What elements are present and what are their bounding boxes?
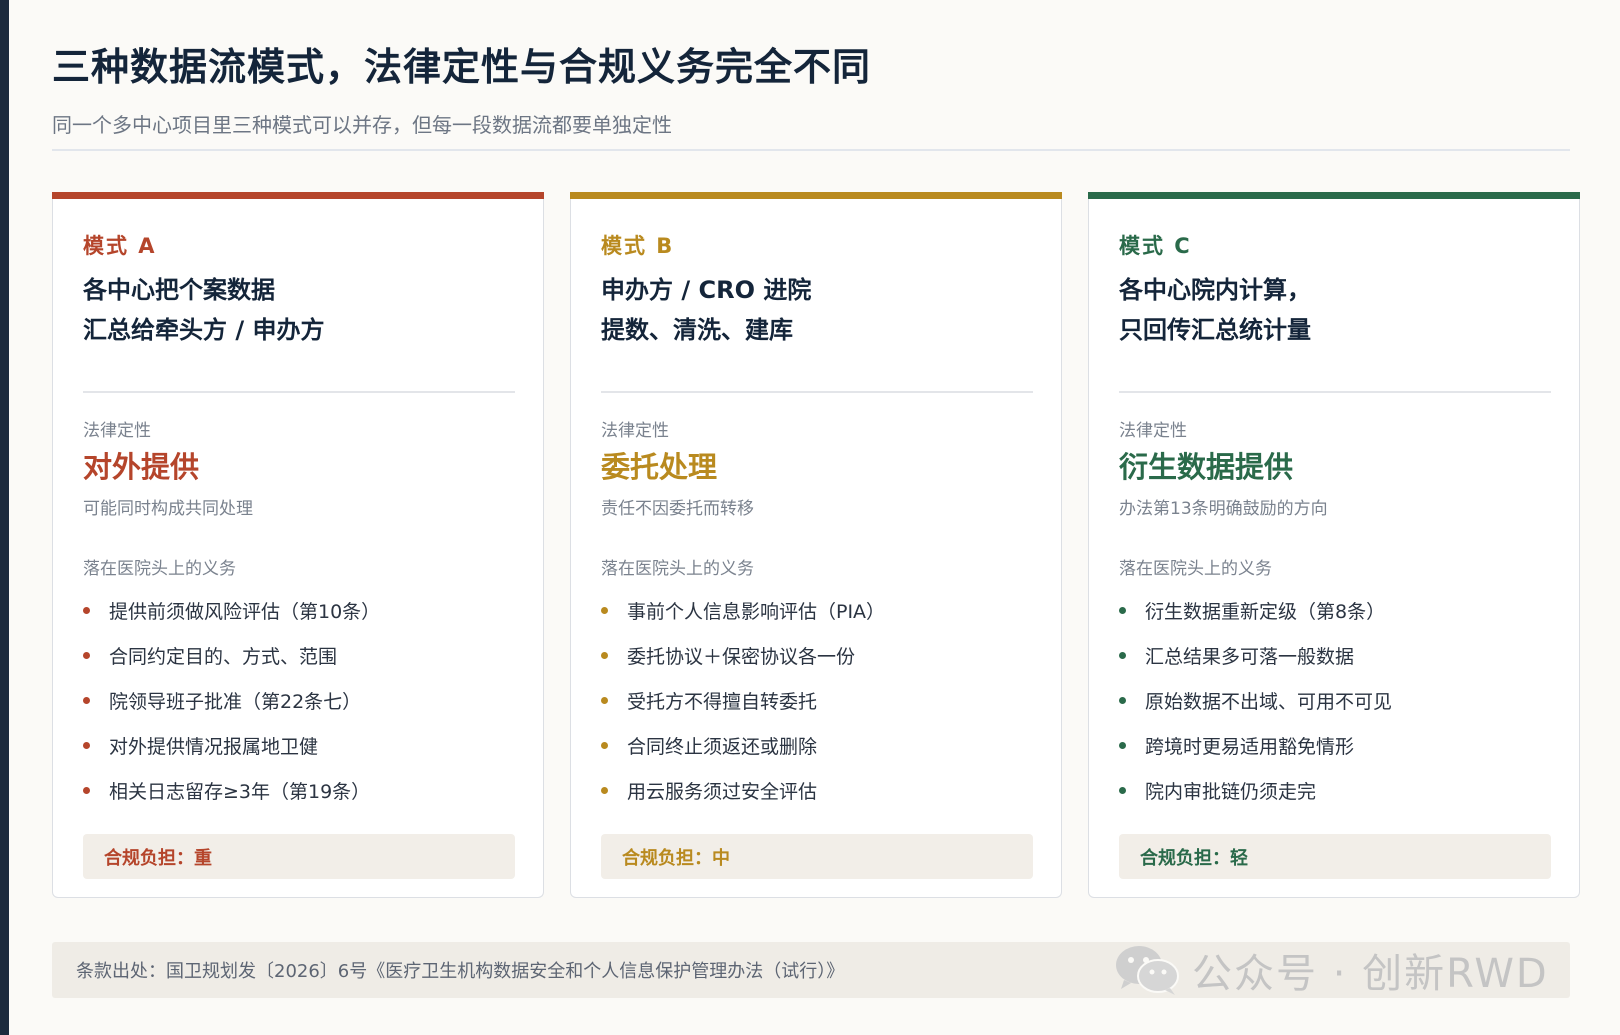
duty-item: 相关日志留存≥3年（第19条） [83,768,380,813]
card-divider [83,391,515,393]
bullet-icon [601,697,608,704]
compliance-burden-badge: 合规负担：重 [83,834,515,879]
legal-value: 衍生数据提供 [1119,450,1294,484]
duty-text: 衍生数据重新定级（第8条） [1145,601,1386,623]
duty-item: 受托方不得擅自转委托 [601,678,885,723]
duty-item: 跨境时更易适用豁免情形 [1119,723,1392,768]
duty-text: 跨境时更易适用豁免情形 [1145,736,1355,758]
page-subtitle: 同一个多中心项目里三种模式可以并存，但每一段数据流都要单独定性 [52,113,672,137]
compliance-burden-badge: 合规负担：轻 [1119,834,1551,879]
wechat-icon [1116,946,1179,995]
headline-line: 各中心院内计算， [1119,276,1311,304]
duty-text: 事前个人信息影响评估（PIA） [627,601,886,623]
mode-label: 模式 A [83,234,157,258]
duty-item: 用云服务须过安全评估 [601,768,885,813]
duty-item: 委托协议＋保密协议各一份 [601,633,885,678]
page-header: 三种数据流模式，法律定性与合规义务完全不同 同一个多中心项目里三种模式可以并存，… [52,36,1570,138]
mode-card-c: 模式 C 各中心院内计算， 只回传汇总统计量 法律定性 衍生数据提供 办法第13… [1088,192,1580,898]
mode-card-b: 模式 B 申办方 / CRO 进院 提数、清洗、建库 法律定性 委托处理 责任不… [570,192,1062,898]
page-title: 三种数据流模式，法律定性与合规义务完全不同 [52,45,872,89]
watermark-text: 公众号 · 创新RWD [1192,951,1549,997]
duty-text: 合同约定目的、方式、范围 [109,646,338,668]
bullet-icon [601,742,608,749]
duties-caption: 落在医院头上的义务 [601,559,754,579]
duty-item: 院内审批链仍须走完 [1119,768,1392,813]
bullet-icon [83,787,90,794]
bullet-icon [1119,607,1126,614]
duty-item: 提供前须做风险评估（第10条） [83,588,380,633]
legal-caption: 法律定性 [83,421,151,441]
mode-headline: 申办方 / CRO 进院 提数、清洗、建库 [601,270,811,350]
legal-caption: 法律定性 [1119,421,1187,441]
bullet-icon [83,607,90,614]
mode-card-a: 模式 A 各中心把个案数据 汇总给牵头方 / 申办方 法律定性 对外提供 可能同… [52,192,544,898]
card-divider [601,391,1033,393]
duty-text: 用云服务须过安全评估 [627,781,818,803]
duty-item: 院领导班子批准（第22条七） [83,678,380,723]
headline-line: 申办方 / CRO 进院 [601,276,812,304]
duties-caption: 落在医院头上的义务 [1119,559,1272,579]
bullet-icon [83,652,90,659]
duty-item: 合同终止须返还或删除 [601,723,885,768]
bullet-icon [83,697,90,704]
bullet-icon [1119,652,1126,659]
mode-cards: 模式 A 各中心把个案数据 汇总给牵头方 / 申办方 法律定性 对外提供 可能同… [52,192,1620,898]
legal-note: 可能同时构成共同处理 [83,499,253,519]
headline-line: 各中心把个案数据 [83,276,275,304]
duty-item: 事前个人信息影响评估（PIA） [601,588,885,633]
headline-line: 提数、清洗、建库 [601,316,793,344]
duties-list: 衍生数据重新定级（第8条） 汇总结果多可落一般数据 原始数据不出域、可用不可见 … [1119,588,1392,813]
duty-item: 对外提供情况报属地卫健 [83,723,380,768]
duty-text: 对外提供情况报属地卫健 [109,736,319,758]
header-divider [52,149,1570,151]
duties-caption: 落在医院头上的义务 [83,559,236,579]
mode-headline: 各中心把个案数据 汇总给牵头方 / 申办方 [83,270,324,350]
legal-value: 委托处理 [601,450,718,484]
bullet-icon [601,607,608,614]
duties-list: 提供前须做风险评估（第10条） 合同约定目的、方式、范围 院领导班子批准（第22… [83,588,380,813]
left-accent-bar [0,0,9,1035]
duty-text: 受托方不得擅自转委托 [627,691,818,713]
headline-line: 只回传汇总统计量 [1119,316,1311,344]
bullet-icon [601,652,608,659]
duty-text: 汇总结果多可落一般数据 [1145,646,1355,668]
headline-line: 汇总给牵头方 / 申办方 [83,316,325,344]
bullet-icon [1119,697,1126,704]
duty-text: 原始数据不出域、可用不可见 [1145,691,1393,713]
legal-note: 办法第13条明确鼓励的方向 [1119,499,1328,519]
compliance-burden-badge: 合规负担：中 [601,834,1033,879]
bullet-icon [1119,742,1126,749]
source-citation: 条款出处：国卫规划发〔2026〕6号《医疗卫生机构数据安全和个人信息保护管理办法… [76,961,845,982]
mode-label: 模式 C [1119,234,1192,258]
duties-list: 事前个人信息影响评估（PIA） 委托协议＋保密协议各一份 受托方不得擅自转委托 … [601,588,885,813]
mode-headline: 各中心院内计算， 只回传汇总统计量 [1119,270,1311,350]
duty-item: 合同约定目的、方式、范围 [83,633,380,678]
mode-label: 模式 B [601,234,675,258]
duty-text: 院内审批链仍须走完 [1145,781,1317,803]
duty-item: 原始数据不出域、可用不可见 [1119,678,1392,723]
legal-caption: 法律定性 [601,421,669,441]
duty-text: 提供前须做风险评估（第10条） [109,601,381,623]
duty-text: 合同终止须返还或删除 [627,736,818,758]
duty-text: 院领导班子批准（第22条七） [109,691,362,713]
duty-text: 相关日志留存≥3年（第19条） [109,781,371,803]
watermark: 公众号 · 创新RWD [1114,942,1549,998]
legal-note: 责任不因委托而转移 [601,499,754,519]
duty-text: 委托协议＋保密协议各一份 [627,646,856,668]
duty-item: 衍生数据重新定级（第8条） [1119,588,1392,633]
bullet-icon [1119,787,1126,794]
legal-value: 对外提供 [83,450,200,484]
bullet-icon [83,742,90,749]
bullet-icon [601,787,608,794]
card-divider [1119,391,1551,393]
duty-item: 汇总结果多可落一般数据 [1119,633,1392,678]
